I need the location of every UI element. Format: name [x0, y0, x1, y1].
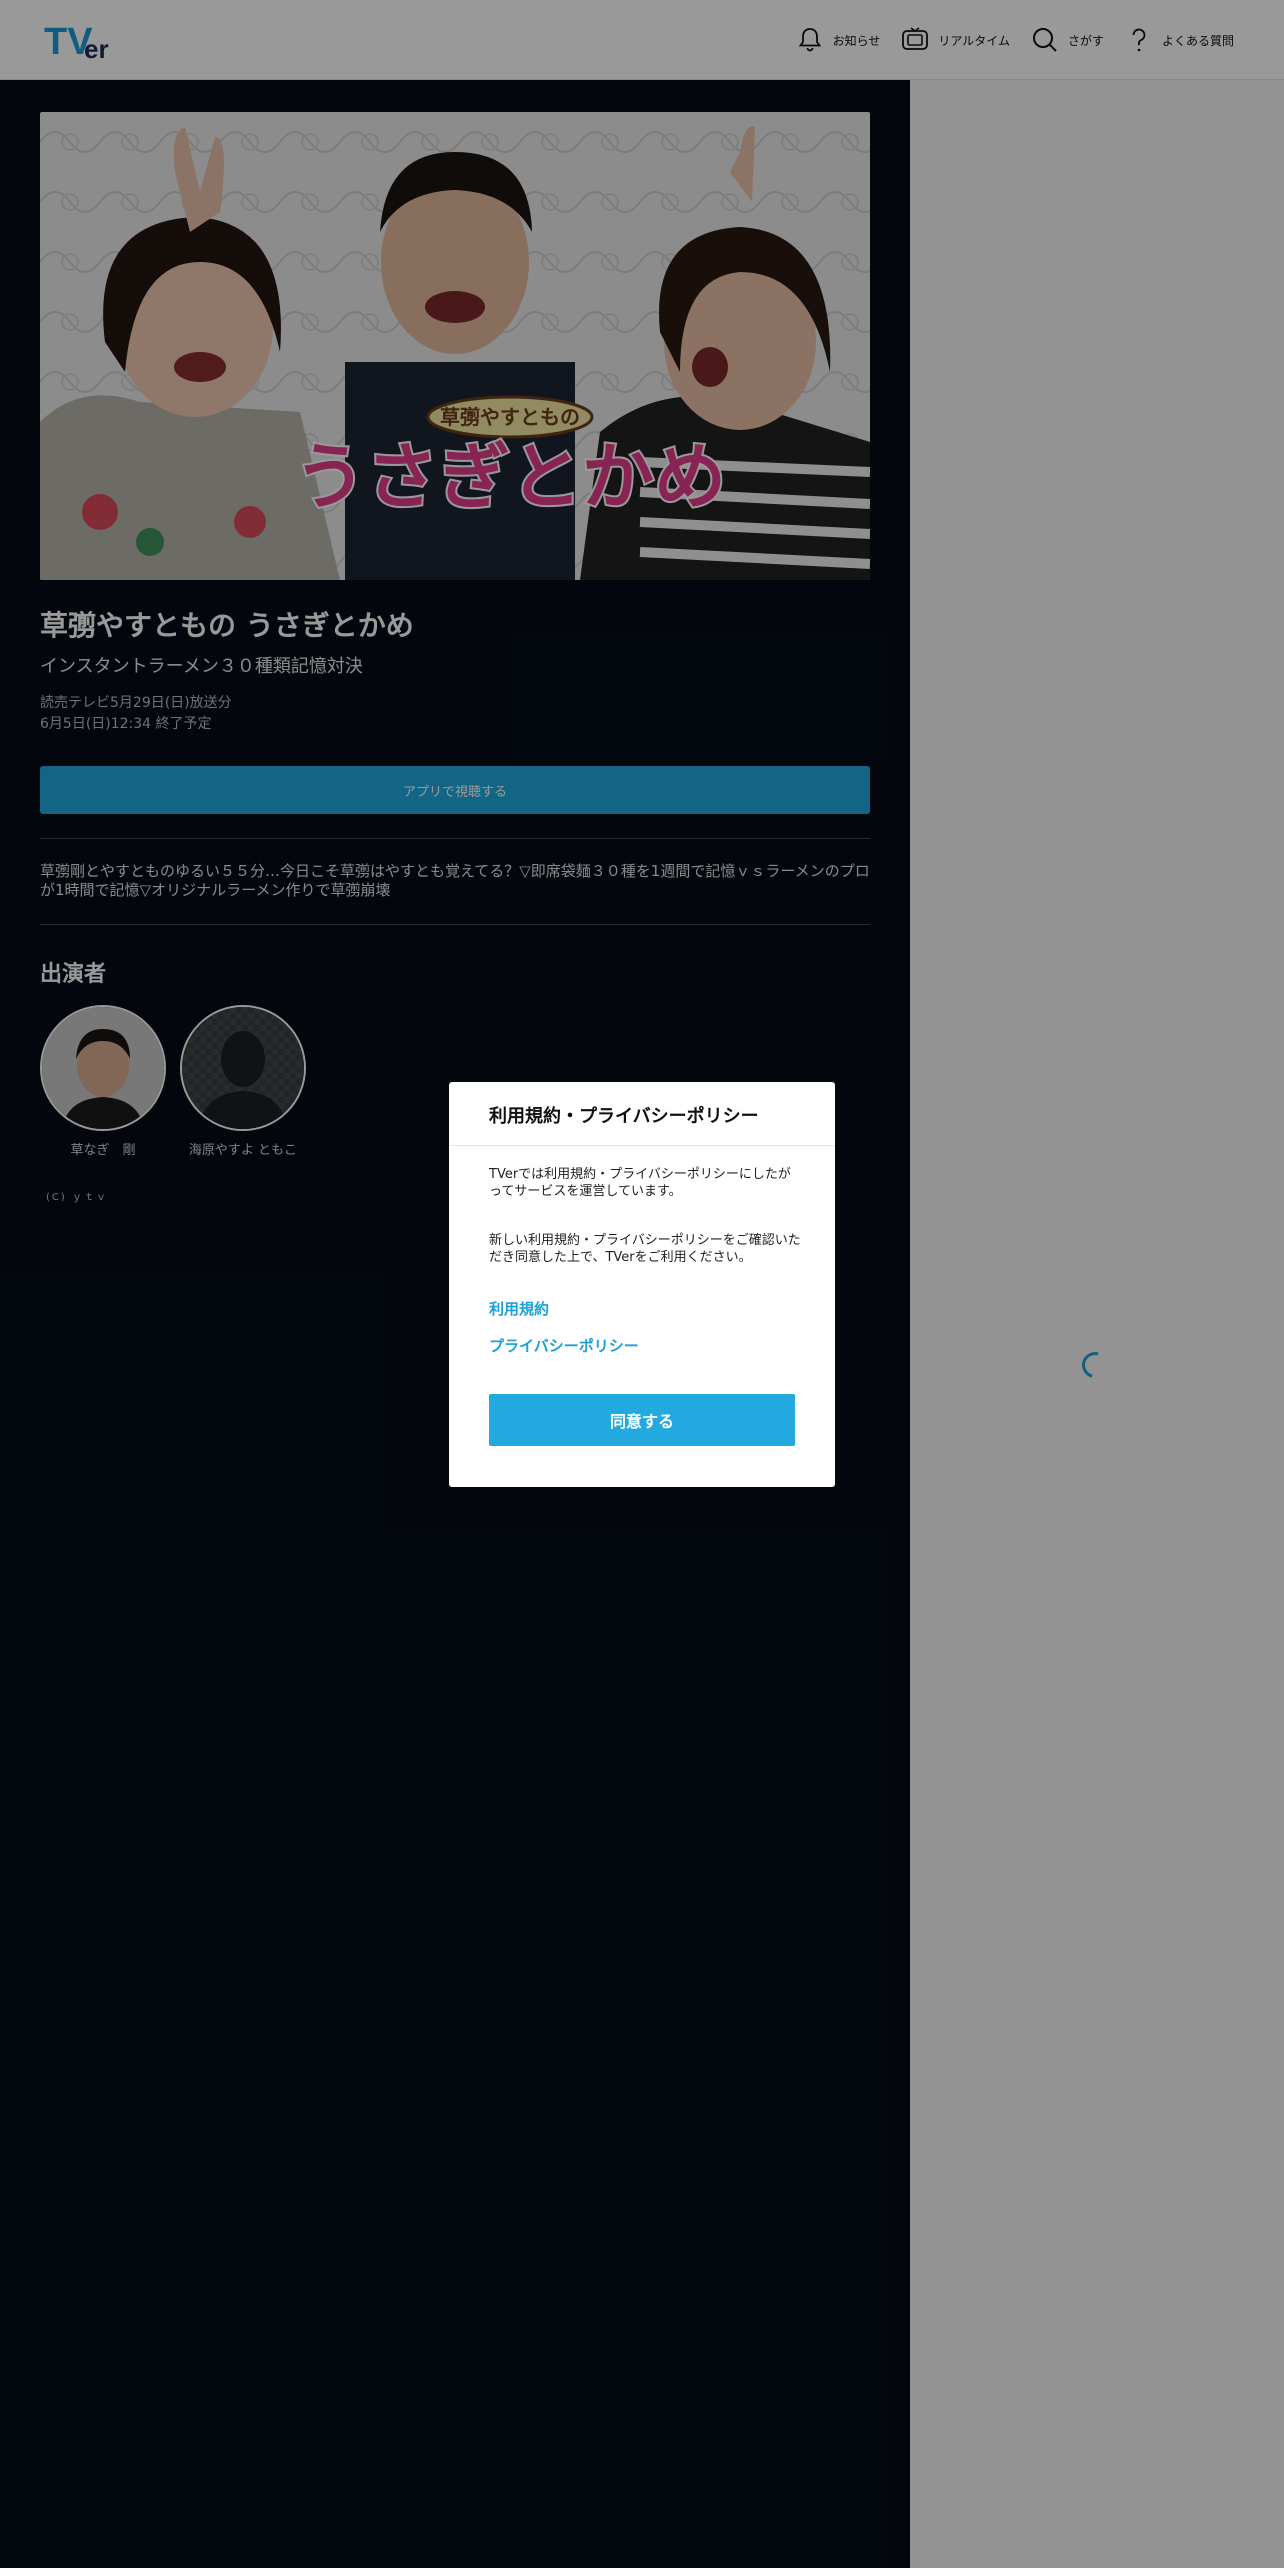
modal-text: 新しい利用規約・プライバシーポリシーをご確認いただき同意した上で、TVerをご利… — [489, 1233, 801, 1265]
terms-link[interactable]: 利用規約 — [489, 1298, 549, 1319]
modal-title: 利用規約・プライバシーポリシー — [489, 1106, 759, 1127]
privacy-policy-link[interactable]: プライバシーポリシー — [489, 1335, 639, 1356]
modal-text: TVerでは利用規約・プライバシーポリシーにしたがってサービスを運営しています。 — [489, 1167, 791, 1199]
terms-modal: 利用規約・プライバシーポリシー TVerでは利用規約・プライバシーポリシーにした… — [449, 1082, 835, 1487]
modal-header: 利用規約・プライバシーポリシー — [449, 1082, 835, 1146]
agree-button[interactable]: 同意する — [489, 1394, 795, 1446]
